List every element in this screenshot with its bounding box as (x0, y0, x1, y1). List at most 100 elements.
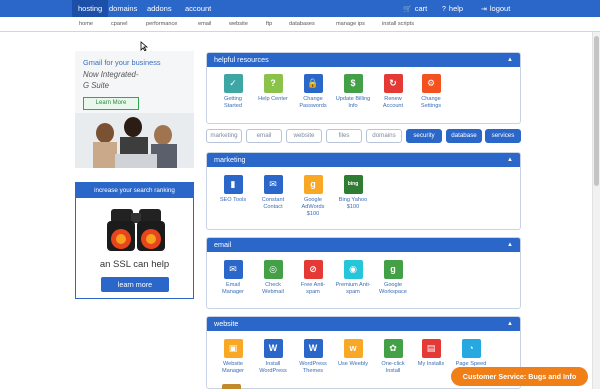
lock-icon: 🔒 (303, 74, 323, 93)
help-icon: ? (442, 6, 446, 13)
collapse-caret-icon[interactable]: ▲ (507, 153, 513, 167)
logout-label: logout (489, 4, 511, 13)
tile-label: Renew Account (382, 96, 404, 110)
tile-one-click-install[interactable]: ✿ One-click Install (375, 339, 411, 375)
marketing-header[interactable]: marketing ▲ (207, 153, 520, 167)
subnav-cpanel[interactable]: cpanel (111, 17, 127, 32)
speed-icon: ◔ (461, 339, 481, 358)
nav-tab-domains[interactable]: domains (103, 0, 143, 17)
filter-database[interactable]: database (446, 129, 482, 143)
tile-getting-started[interactable]: ✓ Getting Started (215, 74, 251, 110)
panel-title: helpful resources (214, 55, 269, 64)
subnav-home[interactable]: home (79, 17, 93, 32)
tile-label: Install WordPress (259, 361, 287, 375)
question-icon: ? (263, 74, 283, 93)
filter-files[interactable]: files (326, 129, 362, 143)
tile-premium-antispam[interactable]: ◉ Premium Anti-spam (335, 260, 371, 296)
tile-check-webmail[interactable]: ◎ Check Webmail (255, 260, 291, 296)
tile-renew-account[interactable]: ↻ Renew Account (375, 74, 411, 110)
tile-change-passwords[interactable]: 🔒 Change Passwords (295, 74, 331, 110)
tile-page-speed[interactable]: ◔ Page Speed (453, 339, 489, 368)
gmail-ad[interactable]: Gmail for your business Now Integrated- … (75, 51, 194, 168)
panel-title: marketing (214, 155, 246, 164)
panel-title: website (214, 319, 239, 328)
tile-use-weebly[interactable]: w Use Weebly (335, 339, 371, 368)
help-link[interactable]: ? help (442, 0, 463, 17)
billing-icon: $ (343, 74, 363, 93)
filter-security[interactable]: security (406, 129, 442, 143)
logout-icon: ⇥ (481, 6, 487, 13)
ssl-learn-more-button[interactable]: learn more (101, 277, 169, 292)
check-icon: ✓ (223, 74, 243, 93)
tile-change-settings[interactable]: ⚙ Change Settings (413, 74, 449, 110)
envelope-icon: ✉ (263, 175, 283, 194)
top-nav: hosting domains addons account 🛒 cart ? he… (0, 0, 600, 17)
helpful-resources-header[interactable]: helpful resources ▲ (207, 53, 520, 67)
wordpress-icon: W (263, 339, 283, 358)
subnav-manage-ips[interactable]: manage ips (336, 17, 365, 32)
tile-wordpress-themes[interactable]: W WordPress Themes (295, 339, 331, 375)
tile-google-workspace[interactable]: g Google Workspace (375, 260, 411, 296)
scrollbar-thumb[interactable] (594, 36, 599, 186)
google-icon: g (383, 260, 403, 279)
tile-website-manager[interactable]: ▣ Website Manager (215, 339, 251, 375)
tile-label: Email Manager (221, 282, 245, 296)
tile-bing-yahoo[interactable]: bing Bing Yahoo $100 (335, 175, 371, 211)
subnav-ftp[interactable]: ftp (266, 17, 272, 32)
tile-label: Use Weebly (337, 361, 369, 367)
tile-label: Website Manager (221, 361, 245, 375)
tile-label: WordPress Themes (299, 361, 327, 375)
people-photo (75, 113, 194, 168)
tile-label: Getting Started (223, 96, 243, 110)
tile-label: Update Billing Info (335, 96, 371, 110)
tile-google-adwords[interactable]: g Google AdWords $100 (295, 175, 331, 219)
collapse-caret-icon[interactable]: ▲ (507, 317, 513, 331)
shield-icon: ◉ (343, 260, 363, 279)
help-label: help (448, 4, 464, 13)
customer-service-button[interactable]: Customer Service: Bugs and Info (451, 367, 588, 386)
subnav-performance[interactable]: performance (146, 17, 177, 32)
subnav-website[interactable]: website (229, 17, 248, 32)
filter-services[interactable]: services (485, 129, 521, 143)
chart-icon: ▮ (223, 175, 243, 194)
weebly-icon: w (343, 339, 363, 358)
tile-update-billing[interactable]: $ Update Billing Info (335, 74, 371, 110)
filter-domains[interactable]: domains (366, 129, 402, 143)
website-header[interactable]: website ▲ (207, 317, 520, 331)
tile-free-antispam[interactable]: ⊘ Free Anti-spam (295, 260, 331, 296)
tile-label: Google Workspace (379, 282, 407, 296)
subnav-email[interactable]: email (198, 17, 211, 32)
nav-tab-addons[interactable]: addons (141, 0, 178, 17)
filter-website[interactable]: website (286, 129, 322, 143)
gmail-ad-subline: Now Integrated- (83, 70, 139, 79)
email-header[interactable]: email ▲ (207, 238, 520, 252)
gear-icon: ⚙ (421, 74, 441, 93)
tile-help-center[interactable]: ? Help Center (255, 74, 291, 103)
tile-constant-contact[interactable]: ✉ Constant Contact (255, 175, 291, 211)
tile-label: Premium Anti-spam (335, 282, 371, 296)
tile-my-installs[interactable]: ▤ My Installs (413, 339, 449, 368)
filter-marketing[interactable]: marketing (206, 129, 242, 143)
logout-link[interactable]: ⇥ logout (481, 0, 510, 17)
cart-link[interactable]: 🛒 cart (403, 0, 427, 17)
tile-install-wordpress[interactable]: W Install WordPress (255, 339, 291, 375)
tile-label: Check Webmail (262, 282, 284, 296)
renew-icon: ↻ (383, 74, 403, 93)
collapse-caret-icon[interactable]: ▲ (507, 53, 513, 67)
bing-icon: bing (343, 175, 363, 194)
gmail-ad-headline: Gmail for your business (83, 58, 161, 67)
sub-nav: home cpanel performance email website ft… (0, 17, 600, 32)
tile-label: Change Settings (420, 96, 442, 110)
tile-seo-tools[interactable]: ▮ SEO Tools (215, 175, 251, 204)
globe-icon: ◎ (263, 260, 283, 279)
nav-tab-account[interactable]: account (179, 0, 217, 17)
tile-label: My Installs (417, 361, 445, 367)
filter-email[interactable]: email (246, 129, 282, 143)
page-scrollbar[interactable] (592, 32, 600, 389)
tile-email-manager[interactable]: ✉ Email Manager (215, 260, 251, 296)
gmail-learn-more-button[interactable]: Learn More (83, 97, 139, 110)
ssl-ad[interactable]: increase your search ranking an SSL can … (75, 182, 194, 299)
subnav-databases[interactable]: databases (289, 17, 315, 32)
collapse-caret-icon[interactable]: ▲ (507, 238, 513, 252)
subnav-install-scripts[interactable]: install scripts (382, 17, 414, 32)
